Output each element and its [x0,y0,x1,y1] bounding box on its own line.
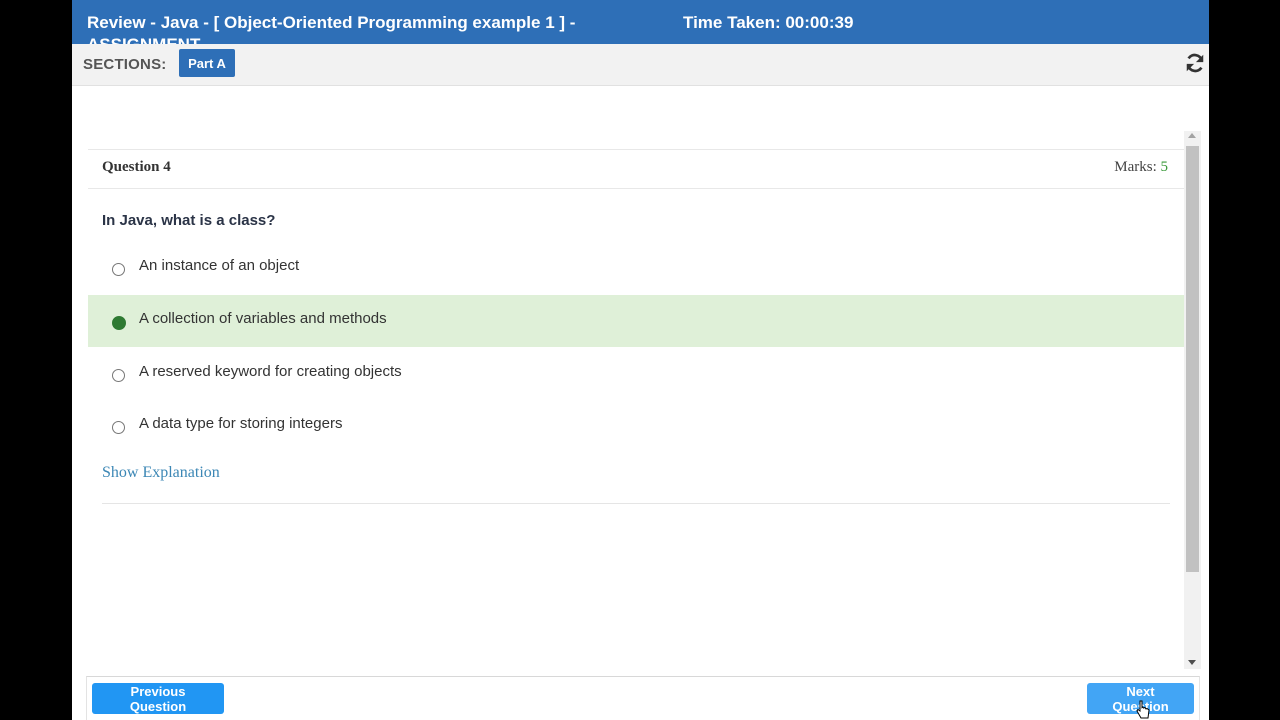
marks-value: 5 [1160,159,1169,175]
radio-button-checked[interactable] [112,316,126,330]
option-2-selected[interactable]: A collection of variables and methods [88,295,1184,347]
option-label: A collection of variables and methods [139,310,387,327]
marks: Marks: 5 [1114,159,1168,176]
option-4[interactable]: A data type for storing integers [88,400,1184,452]
sections-bar: SECTIONS: Part A [72,44,1209,86]
question-text: In Java, what is a class? [102,212,276,229]
title-bar: Review - Java - [ Object-Oriented Progra… [72,0,1209,44]
previous-question-button[interactable]: Previous Question [92,683,224,714]
option-label: A data type for storing integers [139,415,343,432]
sections-label: SECTIONS: [83,56,167,73]
option-label: An instance of an object [139,257,300,274]
time-taken: Time Taken: 00:00:39 [683,13,854,32]
show-explanation-link[interactable]: Show Explanation [102,464,220,482]
page-title: Review - Java - [ Object-Oriented Progra… [87,13,576,44]
question-header: Question 4 Marks: 5 [88,149,1184,189]
section-tab-part-a[interactable]: Part A [179,49,235,77]
hand-pointer-cursor-icon [1136,700,1150,719]
marks-label: Marks: [1114,159,1157,175]
question-number: Question 4 [102,159,171,175]
refresh-icon[interactable] [1184,52,1206,74]
scroll-down-arrow-icon[interactable] [1188,660,1196,665]
option-3[interactable]: A reserved keyword for creating objects [88,348,1184,400]
footer-bar: Previous Question Next Question [86,676,1200,720]
scroll-thumb[interactable] [1186,146,1199,572]
radio-button[interactable] [112,421,125,434]
radio-button[interactable] [112,369,125,382]
radio-button[interactable] [112,263,125,276]
divider [102,503,1170,504]
scroll-up-arrow-icon[interactable] [1188,133,1196,138]
review-window: Review - Java - [ Object-Oriented Progra… [72,0,1209,720]
option-label: A reserved keyword for creating objects [139,363,402,380]
content-scrollbar[interactable] [1184,131,1201,669]
option-1[interactable]: An instance of an object [88,242,1184,294]
